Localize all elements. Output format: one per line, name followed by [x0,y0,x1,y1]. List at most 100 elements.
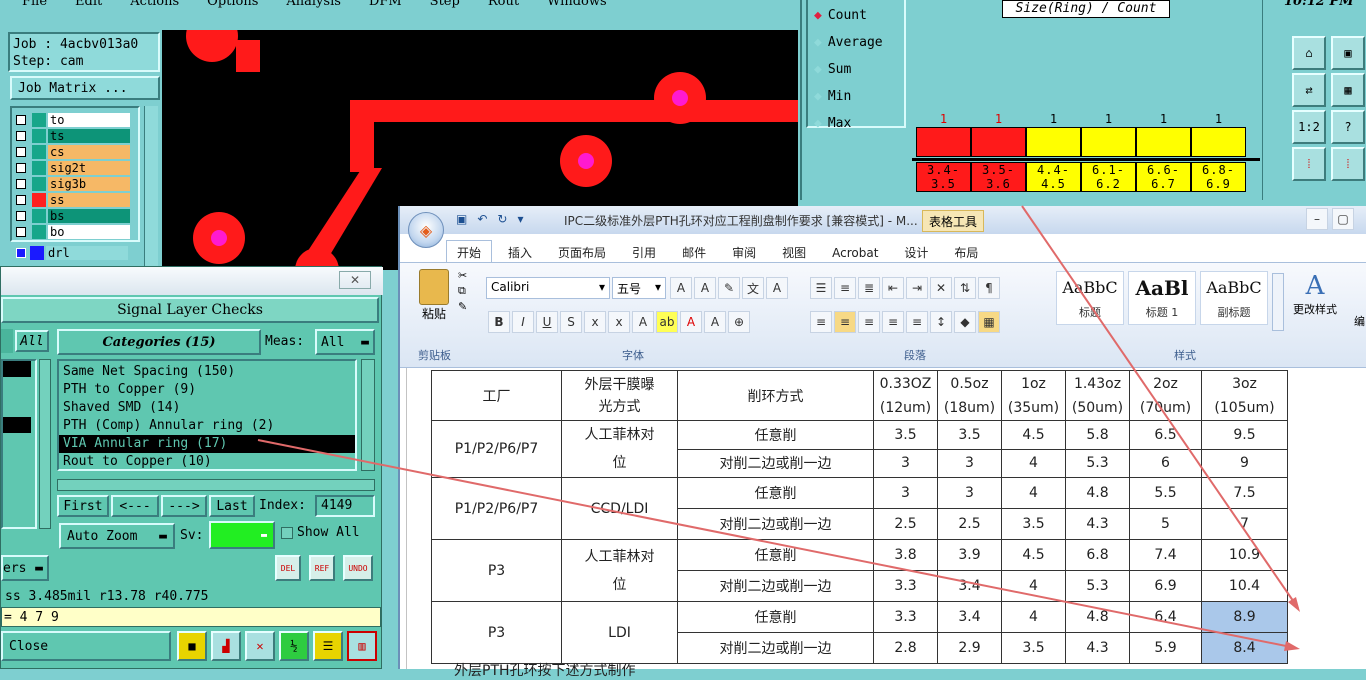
ribbon-tab[interactable]: 页面布局 [558,244,606,261]
categories-scrollbar[interactable] [361,359,375,471]
font-name-select[interactable]: Calibri ▾ [486,277,610,299]
histogram-bar[interactable] [1136,127,1191,157]
list-icon[interactable]: ☰ [313,631,343,661]
menu-step[interactable]: Step [430,0,460,12]
ribbon-tab[interactable]: 审阅 [732,244,756,261]
stat-option-max[interactable]: ◆ Max [814,110,904,137]
histogram-bar[interactable] [1191,127,1246,157]
auto-zoom-select[interactable]: Auto Zoom ▬ [59,523,175,549]
bullets-icon[interactable]: ☰ [810,277,832,299]
grid-icon[interactable]: ▦ [1331,73,1365,107]
layer-row-to[interactable]: to [16,112,130,128]
sort-icon[interactable]: ⇅ [954,277,976,299]
maximize-icon[interactable]: ▢ [1332,208,1354,230]
net2-icon[interactable]: ⁞ [1331,147,1365,181]
checkbox[interactable] [16,227,26,237]
strike-icon[interactable]: S [560,311,582,333]
menu-options[interactable]: Options [207,0,258,12]
style-item[interactable]: AaBbC 标题 [1056,271,1124,325]
close-button[interactable]: Close [1,631,171,661]
category-item[interactable]: Rout to Copper (10) [59,453,355,471]
ribbon-tab[interactable]: 开始 [446,240,493,264]
highlight-icon[interactable]: ab [656,311,678,333]
close-window-button[interactable]: ✕ [339,271,371,289]
line-spacing-icon[interactable]: ↕ [930,311,952,333]
ribbon-tab[interactable]: 视图 [782,244,806,261]
office-button[interactable]: ◈ [408,212,444,248]
layer-row-sig3b[interactable]: sig3b [16,176,130,192]
menu-actions[interactable]: Actions [130,0,179,12]
swap-icon[interactable]: ⇄ [1292,73,1326,107]
border-char-icon[interactable]: A [766,277,788,299]
histogram-bar[interactable] [1081,127,1136,157]
align-left-icon[interactable]: ≡ [810,311,832,333]
layer-row-sig2t[interactable]: sig2t [16,160,130,176]
subscript-icon[interactable]: x [584,311,606,333]
align-right-icon[interactable]: ≡ [858,311,880,333]
style-item[interactable]: AaBl 标题 1 [1128,271,1196,325]
menu-rout[interactable]: Rout [488,0,519,12]
checkbox[interactable] [16,131,26,141]
scale-icon[interactable]: 1:2 [1292,110,1326,144]
histogram-bar[interactable] [971,127,1026,157]
bold-icon[interactable]: B [488,311,510,333]
meas-select[interactable]: All ▬ [315,329,375,355]
left-scrollbar[interactable] [39,359,51,529]
checkbox[interactable] [16,147,26,157]
index-input[interactable]: 4149 [315,495,375,517]
category-item[interactable]: PTH (Comp) Annular ring (2) [59,417,355,435]
all-button[interactable]: All [15,330,49,352]
format-painter-icon[interactable]: ✎ [458,300,467,313]
layer-row-bo[interactable]: bo [16,224,130,240]
histogram-bar[interactable] [916,127,971,157]
ribbon-tab[interactable]: 设计 [904,244,928,261]
show-marks-icon[interactable]: ¶ [978,277,1000,299]
stat-option-sum[interactable]: ◆ Sum [814,56,904,83]
ribbon-tab[interactable]: 插入 [508,244,532,261]
font-size-select[interactable]: 五号 ▾ [612,277,666,299]
menu-windows[interactable]: Windows [547,0,607,12]
ribbon-tab[interactable]: 引用 [632,244,656,261]
next-button[interactable]: ---> [161,495,207,517]
first-button[interactable]: First [57,495,109,517]
chevron-down-icon[interactable]: ▾ [517,212,523,226]
enclose-icon[interactable]: ⊕ [728,311,750,333]
layer-row-cs[interactable]: cs [16,144,130,160]
last-button[interactable]: Last [209,495,255,517]
justify-icon[interactable]: ≡ [882,311,904,333]
paste-button[interactable]: 粘贴 [414,269,454,333]
ribbon-tab[interactable]: Acrobat [832,246,878,260]
save-icon[interactable]: ▣ [456,212,467,226]
stat-option-min[interactable]: ◆ Min [814,83,904,110]
style-item[interactable]: AaBbC 副标题 [1200,271,1268,325]
category-item[interactable]: VIA Annular ring (17) [59,435,355,453]
category-item[interactable]: Shaved SMD (14) [59,399,355,417]
phonetic-icon[interactable]: 文 [742,277,764,299]
undo-icon[interactable]: UNDO [343,555,373,581]
menu-edit[interactable]: Edit [75,0,102,12]
cut-icon[interactable]: ✂ [458,269,467,282]
style-scroll[interactable] [1272,273,1284,331]
shading-icon[interactable]: A [704,311,726,333]
layer-row-bs[interactable]: bs [16,208,130,224]
asian-layout-icon[interactable]: ✕ [930,277,952,299]
help-icon[interactable]: ? [1331,110,1365,144]
case-icon[interactable]: A [632,311,654,333]
checkbox[interactable] [16,163,26,173]
del-icon[interactable]: DEL [275,555,301,581]
layer-row-drl[interactable]: drl [12,246,132,260]
layer-row-ss[interactable]: ss [16,192,130,208]
align-center-icon[interactable]: ≡ [834,311,856,333]
menu-analysis[interactable]: Analysis [286,0,341,12]
chart-icon[interactable]: ▥ [347,631,377,661]
window-icon[interactable]: ▣ [1331,36,1365,70]
multilevel-icon[interactable]: ≣ [858,277,880,299]
menu-dfm[interactable]: DFM [369,0,402,12]
italic-icon[interactable]: I [512,311,534,333]
show-all-checkbox[interactable] [281,527,293,539]
menu-file[interactable]: File [22,0,47,12]
numbering-icon[interactable]: ≡ [834,277,856,299]
stat-option-average[interactable]: ◆ Average [814,29,904,56]
job-matrix-button[interactable]: Job Matrix ... [10,76,160,100]
sv-color-select[interactable]: ▬ [209,521,275,549]
